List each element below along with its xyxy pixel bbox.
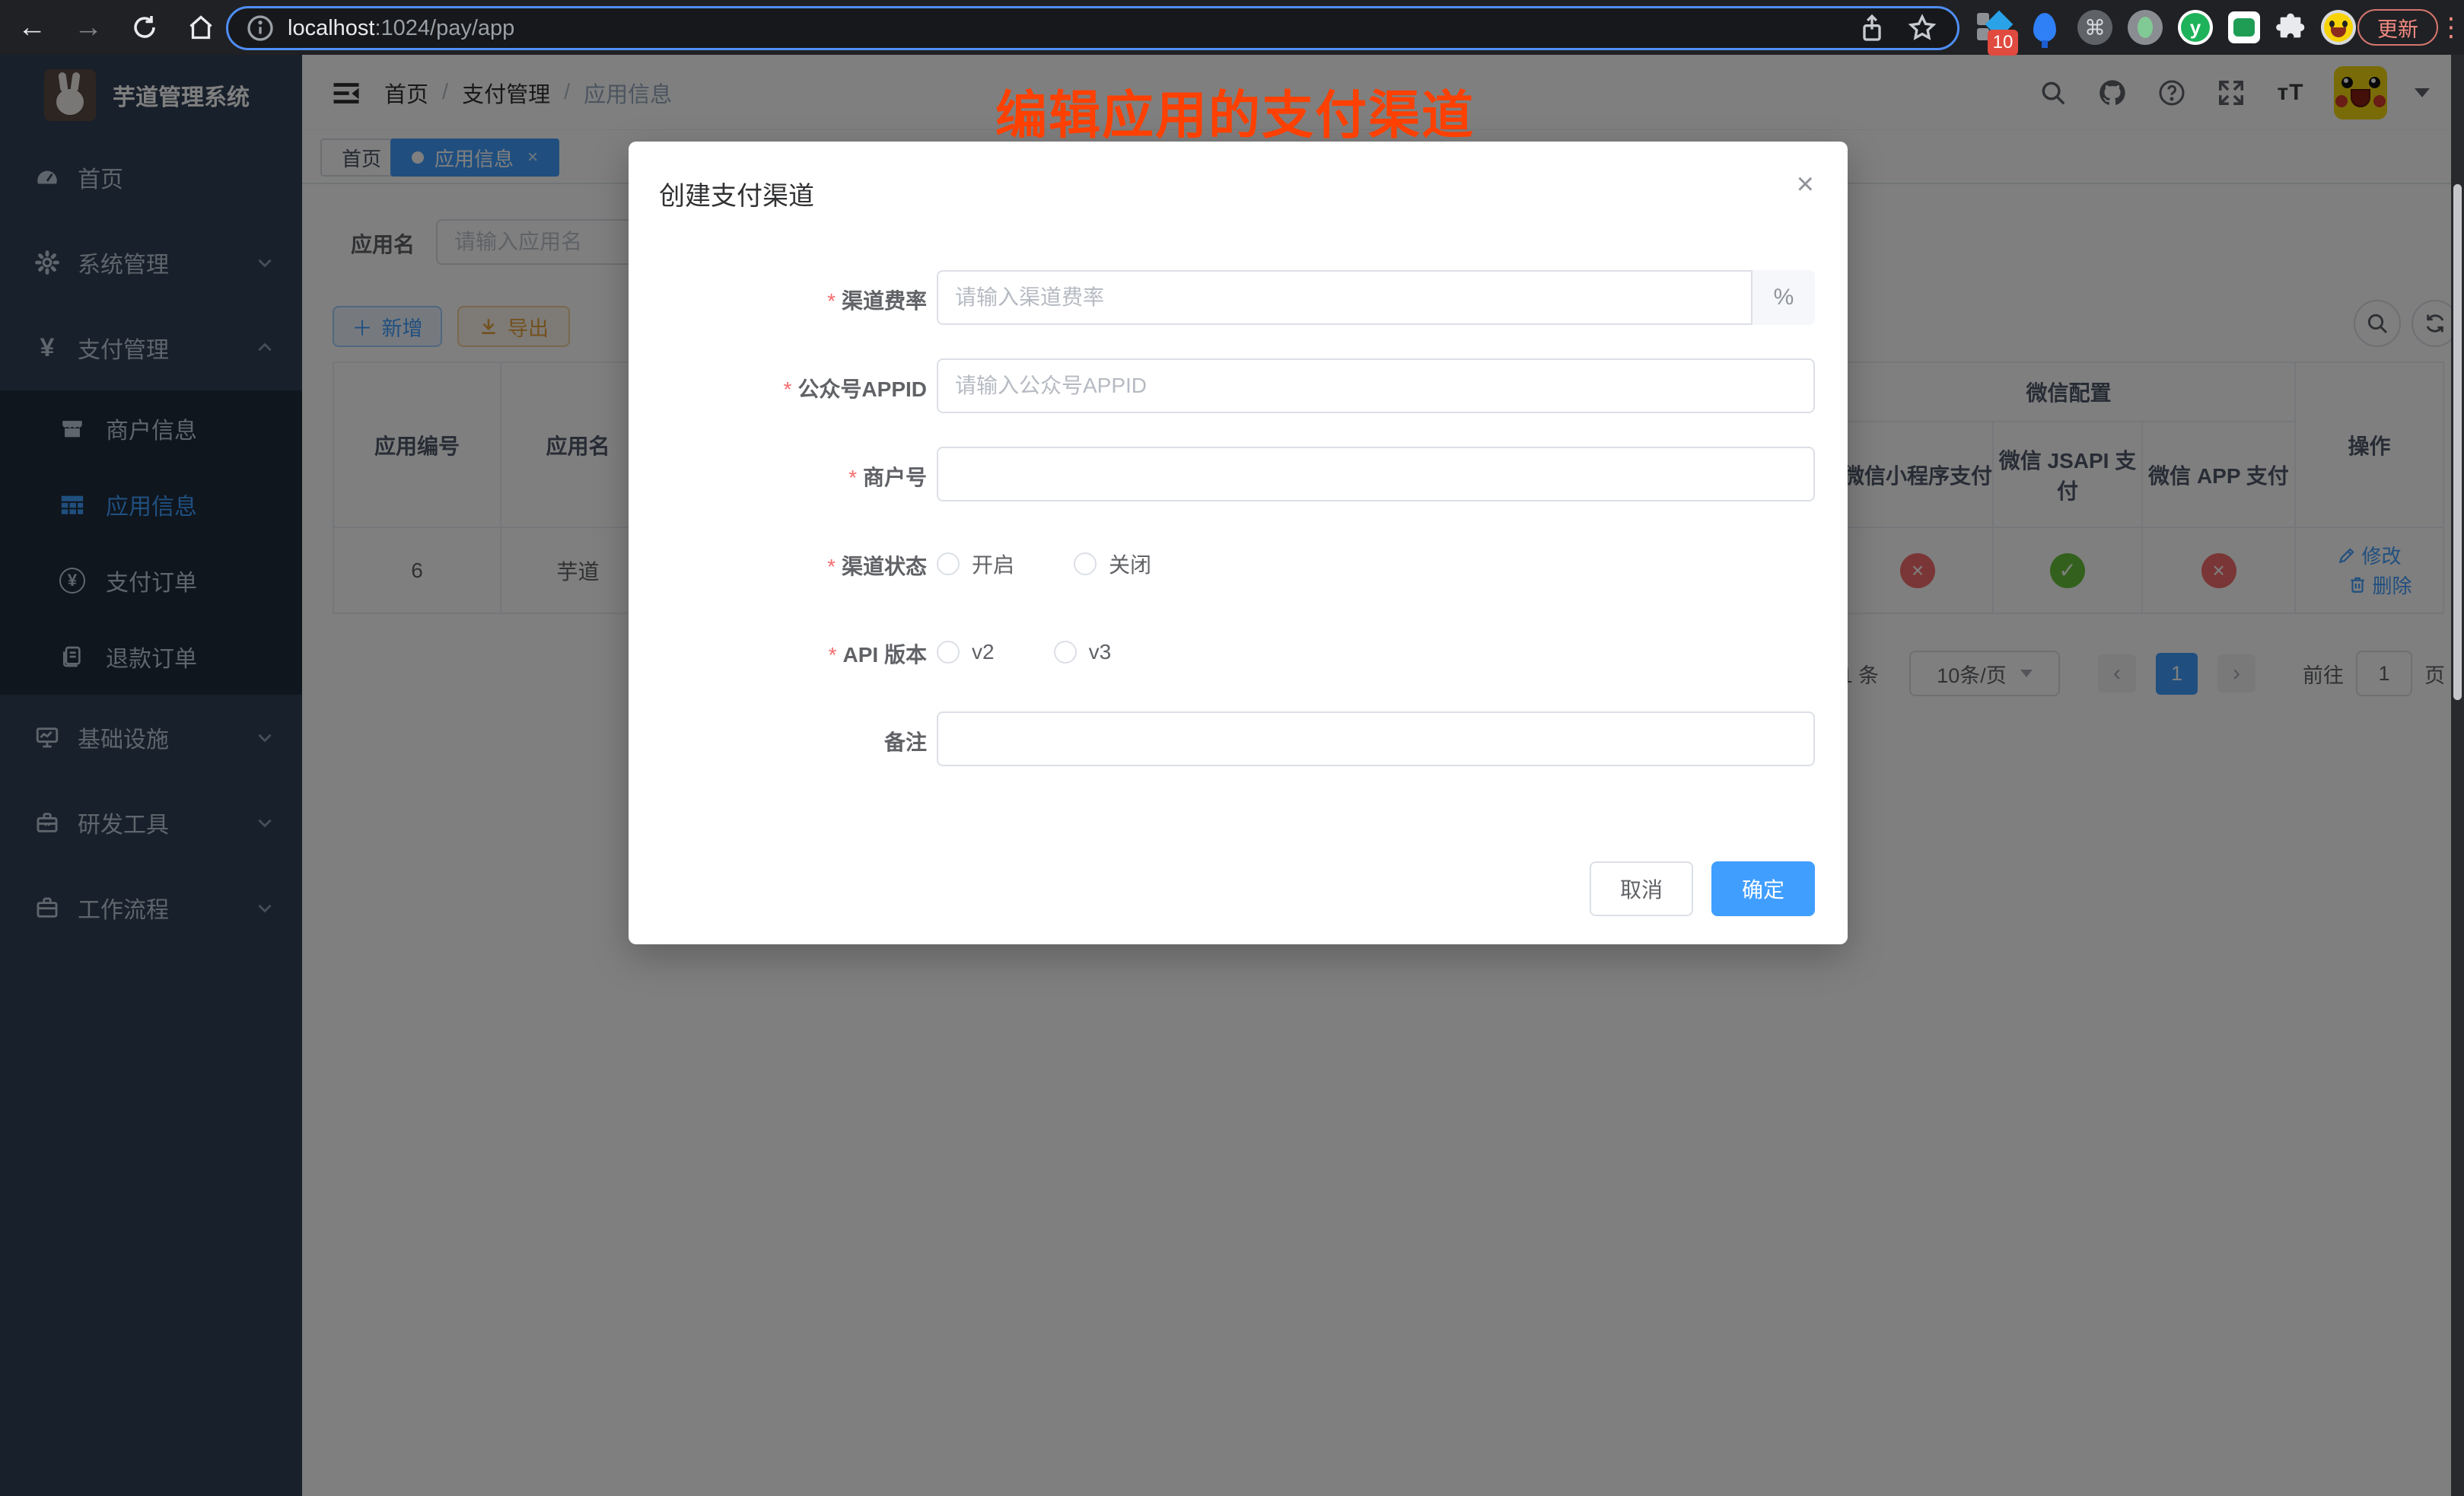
status-option-enabled[interactable]: 开启 (937, 549, 1014, 579)
url-text: localhost:1024/pay/app (288, 16, 514, 41)
rate-label: *渠道费率 (629, 285, 927, 315)
radio-icon (937, 552, 960, 575)
dialog-title: 创建支付渠道 (659, 175, 814, 212)
url-bar[interactable]: localhost:1024/pay/app (226, 6, 1959, 50)
mchid-field (937, 447, 1815, 501)
radio-icon (1054, 641, 1077, 664)
extension-balloon-icon[interactable] (2027, 10, 2062, 45)
api-option-v2[interactable]: v2 (937, 640, 995, 664)
extension-badge: 10 (1988, 30, 2018, 56)
browser-forward-button[interactable]: → (68, 8, 108, 47)
rate-input[interactable] (937, 270, 1815, 325)
remark-input[interactable] (937, 711, 1815, 766)
browser-update-button[interactable]: 更新 (2357, 9, 2438, 46)
extension-diamond-icon[interactable]: 10 (1977, 10, 2012, 45)
extensions-puzzle-icon[interactable] (2275, 12, 2306, 43)
bookmark-star-icon[interactable] (1907, 13, 1937, 43)
browser-back-button[interactable]: ← (12, 8, 52, 47)
reload-icon (131, 14, 158, 41)
extension-icons: 10 ⌘ y (1977, 6, 2356, 49)
site-info-icon[interactable] (245, 13, 275, 43)
share-icon[interactable] (1857, 13, 1887, 43)
extension-recorder-icon[interactable] (2128, 10, 2163, 45)
confirm-button[interactable]: 确定 (1711, 861, 1815, 916)
scrollbar-thumb[interactable] (2453, 184, 2462, 700)
browser-profile-avatar[interactable] (2321, 10, 2356, 45)
browser-chrome: ← → localhost:1024/pay/app 10 ⌘ y (0, 0, 2464, 55)
api-option-v3[interactable]: v3 (1054, 640, 1112, 664)
remark-label: 备注 (629, 726, 927, 756)
appid-input[interactable] (937, 358, 1815, 413)
browser-menu-icon[interactable]: ⋮ (2438, 8, 2464, 47)
appid-field (937, 358, 1815, 413)
extension-command-icon[interactable]: ⌘ (2077, 10, 2112, 45)
url-host: localhost (288, 16, 374, 40)
percent-suffix: % (1751, 270, 1815, 325)
radio-icon (1074, 552, 1097, 575)
screen: ← → localhost:1024/pay/app 10 ⌘ y (0, 0, 2464, 1496)
annotation-text: 编辑应用的支付渠道 (995, 73, 1475, 148)
api-version-label: *API 版本 (629, 638, 927, 669)
browser-reload-button[interactable] (125, 8, 164, 47)
dialog-footer: 取消 确定 (1590, 861, 1815, 916)
radio-icon (937, 641, 960, 664)
create-channel-dialog: 创建支付渠道 × *渠道费率 % *公众号APPID *商户号 *渠道状态 (629, 142, 1848, 944)
api-version-field: v2 v3 (937, 631, 1815, 673)
url-path: :1024/pay/app (374, 16, 514, 40)
extension-chat-icon[interactable] (2228, 11, 2260, 43)
rate-field: % (937, 270, 1815, 325)
mchid-input[interactable] (937, 447, 1815, 501)
close-icon[interactable]: × (1797, 169, 1814, 199)
status-field: 开启 关闭 (937, 543, 1815, 585)
cancel-button[interactable]: 取消 (1590, 861, 1693, 916)
status-label: *渠道状态 (629, 550, 927, 581)
status-option-disabled[interactable]: 关闭 (1074, 549, 1151, 579)
extension-y-icon[interactable]: y (2178, 10, 2213, 45)
mchid-label: *商户号 (629, 461, 927, 492)
remark-field (937, 711, 1815, 766)
browser-home-button[interactable] (181, 8, 221, 47)
appid-label: *公众号APPID (629, 373, 927, 403)
home-icon (187, 14, 215, 41)
